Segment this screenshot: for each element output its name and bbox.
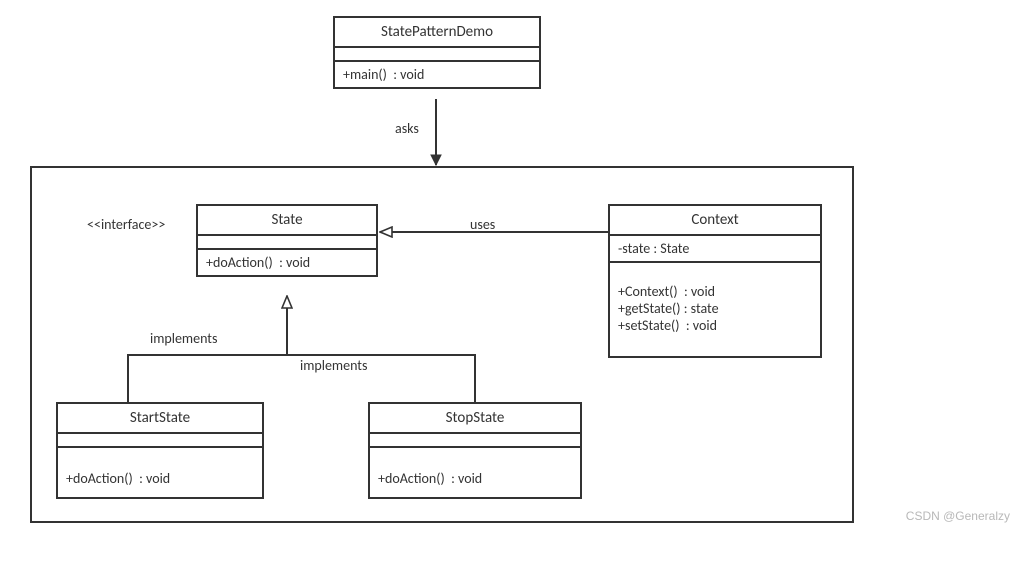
diagram-stage: StatePatternDemo +main() : void <<interf… <box>0 0 1018 579</box>
watermark-text: CSDN @Generalzy <box>906 509 1010 523</box>
class-attributes <box>198 234 376 248</box>
class-name: Context <box>610 206 820 234</box>
class-state: State +doAction() : void <box>196 204 378 277</box>
class-attributes <box>335 46 539 60</box>
class-methods: +doAction() : void <box>198 248 376 275</box>
class-methods: +main() : void <box>335 60 539 87</box>
class-attributes: -state : State <box>610 234 820 261</box>
class-name: State <box>198 206 376 234</box>
label-uses: uses <box>470 216 495 233</box>
class-statepatterndemo: StatePatternDemo +main() : void <box>333 16 541 89</box>
label-asks: asks <box>395 120 419 137</box>
class-methods: +doAction() : void <box>370 446 580 497</box>
class-name: StartState <box>58 404 262 432</box>
interface-stereotype: <<interface>> <box>87 216 165 233</box>
label-implements-right: implements <box>300 357 367 374</box>
class-methods: +doAction() : void <box>58 446 262 497</box>
class-stopstate: StopState +doAction() : void <box>368 402 582 499</box>
class-name: StatePatternDemo <box>335 18 539 46</box>
class-attributes <box>58 432 262 446</box>
class-methods: +Context() : void +getState() : state +s… <box>610 261 820 356</box>
label-implements-left: implements <box>150 330 217 347</box>
class-attributes <box>370 432 580 446</box>
class-context: Context -state : State +Context() : void… <box>608 204 822 358</box>
class-startstate: StartState +doAction() : void <box>56 402 264 499</box>
class-name: StopState <box>370 404 580 432</box>
